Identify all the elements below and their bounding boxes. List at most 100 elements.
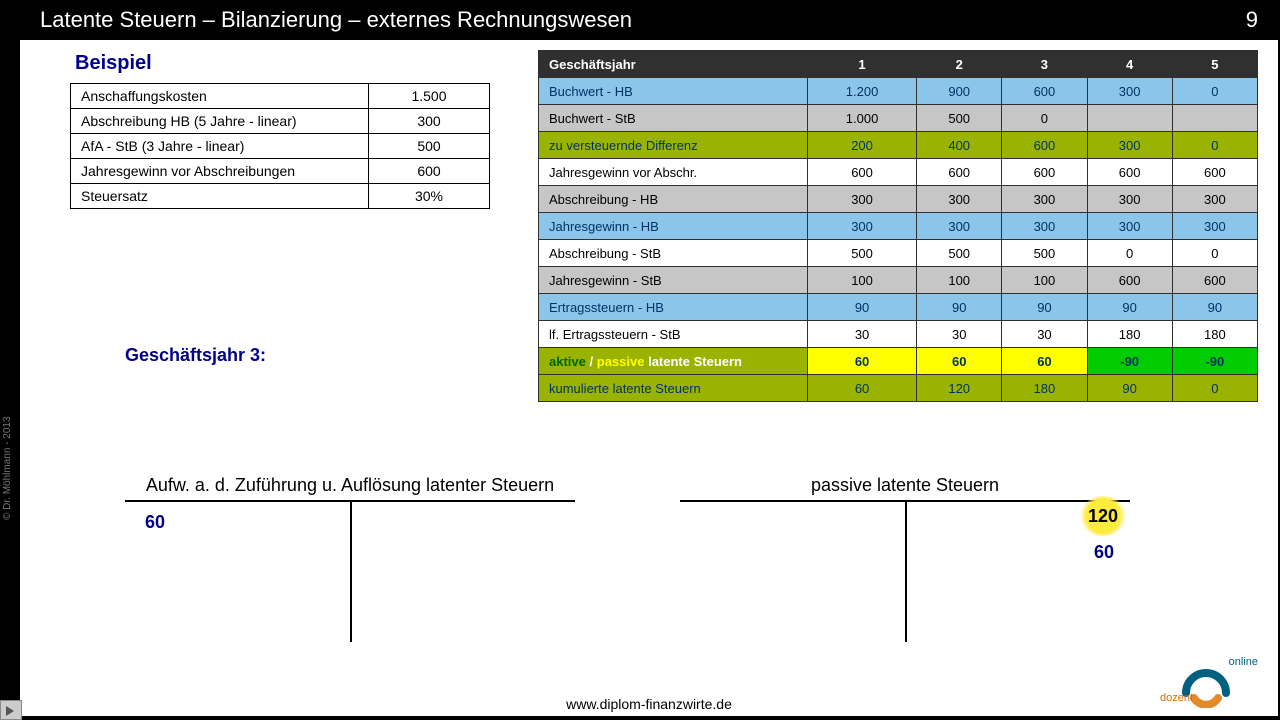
cell-value: 600 [1172, 159, 1257, 186]
cell-value: 500 [917, 240, 1002, 267]
cell-value: 300 [808, 186, 917, 213]
cell-value: 600 [917, 159, 1002, 186]
cell-value: 300 [917, 213, 1002, 240]
cell-value: 30 [917, 321, 1002, 348]
table-row: Abschreibung - HB300300300300300 [539, 186, 1258, 213]
cell-value [1172, 105, 1257, 132]
assumption-value: 300 [369, 109, 490, 134]
table-row: Abschreibung - StB50050050000 [539, 240, 1258, 267]
cell-value: 300 [1002, 186, 1087, 213]
table-row: aktive / passive latente Steuern606060-9… [539, 348, 1258, 375]
cell-value: 90 [1087, 294, 1172, 321]
cell-value: 300 [917, 186, 1002, 213]
assumption-value: 1.500 [369, 84, 490, 109]
table-row: kumulierte latente Steuern60120180900 [539, 375, 1258, 402]
assumption-label: AfA - StB (3 Jahre - linear) [71, 134, 369, 159]
cell-value: 90 [1087, 375, 1172, 402]
table-row: Jahresgewinn - StB100100100600600 [539, 267, 1258, 294]
table-row: Buchwert - HB1.2009006003000 [539, 78, 1258, 105]
cell-value: 180 [1002, 375, 1087, 402]
t-account-right-value-2: 60 [1094, 542, 1114, 563]
cell-value: 300 [808, 213, 917, 240]
cell-value: 90 [1172, 294, 1257, 321]
table-row: Buchwert - StB1.0005000 [539, 105, 1258, 132]
assumption-value: 30% [369, 184, 490, 209]
row-label: lf. Ertragssteuern - StB [539, 321, 808, 348]
table-row: Jahresgewinn vor Abschreibungen600 [71, 159, 490, 184]
footer-url: www.diplom-finanzwirte.de [20, 696, 1278, 712]
assumption-value: 500 [369, 134, 490, 159]
cell-value: -90 [1172, 348, 1257, 375]
logo-text-dozent: dozent [1160, 692, 1193, 704]
cell-value: 60 [808, 375, 917, 402]
cell-value: 600 [1002, 78, 1087, 105]
cell-value: 300 [1002, 213, 1087, 240]
table-row: AfA - StB (3 Jahre - linear)500 [71, 134, 490, 159]
cell-value: 300 [1087, 132, 1172, 159]
table-row: lf. Ertragssteuern - StB303030180180 [539, 321, 1258, 348]
row-label: Abschreibung - HB [539, 186, 808, 213]
assumption-label: Steuersatz [71, 184, 369, 209]
table-row: Ertragssteuern - HB9090909090 [539, 294, 1258, 321]
row-label: Ertragssteuern - HB [539, 294, 808, 321]
cell-value: 0 [1172, 240, 1257, 267]
cell-value: 100 [808, 267, 917, 294]
t-account-aufwand: Aufw. a. d. Zuführung u. Auflösung laten… [125, 475, 575, 642]
cell-value: 300 [1172, 213, 1257, 240]
t-account-box: 120 60 [680, 500, 1130, 642]
row-label: Jahresgewinn vor Abschr. [539, 159, 808, 186]
calculation-table: Geschäftsjahr 1 2 3 4 5 Buchwert - HB1.2… [538, 50, 1258, 402]
year-col: 5 [1172, 51, 1257, 78]
cell-value: 180 [1172, 321, 1257, 348]
year-col: 4 [1087, 51, 1172, 78]
cell-value: 1.200 [808, 78, 917, 105]
cell-value: 900 [917, 78, 1002, 105]
row-label: Buchwert - StB [539, 105, 808, 132]
logo-text-online: online [1229, 656, 1258, 668]
row-label: kumulierte latente Steuern [539, 375, 808, 402]
table-row: zu versteuernde Differenz2004006003000 [539, 132, 1258, 159]
cell-value: 600 [1002, 159, 1087, 186]
cell-value: 60 [808, 348, 917, 375]
row-label: zu versteuernde Differenz [539, 132, 808, 159]
assumption-label: Abschreibung HB (5 Jahre - linear) [71, 109, 369, 134]
slideshow-control-icon[interactable] [0, 700, 22, 720]
cell-value: 1.000 [808, 105, 917, 132]
cell-value: 60 [1002, 348, 1087, 375]
year-col: 3 [1002, 51, 1087, 78]
header-label: Geschäftsjahr [539, 51, 808, 78]
row-label: Buchwert - HB [539, 78, 808, 105]
slide-number: 9 [1246, 0, 1258, 40]
cell-value: -90 [1087, 348, 1172, 375]
cell-value: 300 [1087, 186, 1172, 213]
cell-value: 30 [808, 321, 917, 348]
cell-value: 500 [917, 105, 1002, 132]
cell-value: 90 [808, 294, 917, 321]
table-row: Jahresgewinn - HB300300300300300 [539, 213, 1258, 240]
table-row: Jahresgewinn vor Abschr.600600600600600 [539, 159, 1258, 186]
cell-value: 400 [917, 132, 1002, 159]
cell-value: 600 [1087, 267, 1172, 294]
cell-value: 600 [808, 159, 917, 186]
slide-title: Latente Steuern – Bilanzierung – externe… [40, 0, 632, 40]
cell-value: 500 [1002, 240, 1087, 267]
assumptions-table: Anschaffungskosten1.500Abschreibung HB (… [70, 83, 490, 209]
cell-value: 100 [917, 267, 1002, 294]
table-row: Anschaffungskosten1.500 [71, 84, 490, 109]
cell-value: 200 [808, 132, 917, 159]
t-account-title: Aufw. a. d. Zuführung u. Auflösung laten… [125, 475, 575, 496]
geschaeftsjahr-3-label: Geschäftsjahr 3: [125, 345, 266, 366]
year-col: 1 [808, 51, 917, 78]
table-row: Steuersatz30% [71, 184, 490, 209]
t-account-box: 60 [125, 500, 575, 642]
slide: Latente Steuern – Bilanzierung – externe… [20, 0, 1278, 716]
row-label: Abschreibung - StB [539, 240, 808, 267]
cell-value: 300 [1087, 78, 1172, 105]
table-header-row: Geschäftsjahr 1 2 3 4 5 [539, 51, 1258, 78]
cell-value: 600 [1002, 132, 1087, 159]
cell-value: 90 [1002, 294, 1087, 321]
cell-value: 500 [808, 240, 917, 267]
row-label: Jahresgewinn - StB [539, 267, 808, 294]
table-row: Abschreibung HB (5 Jahre - linear)300 [71, 109, 490, 134]
cell-value: 180 [1087, 321, 1172, 348]
